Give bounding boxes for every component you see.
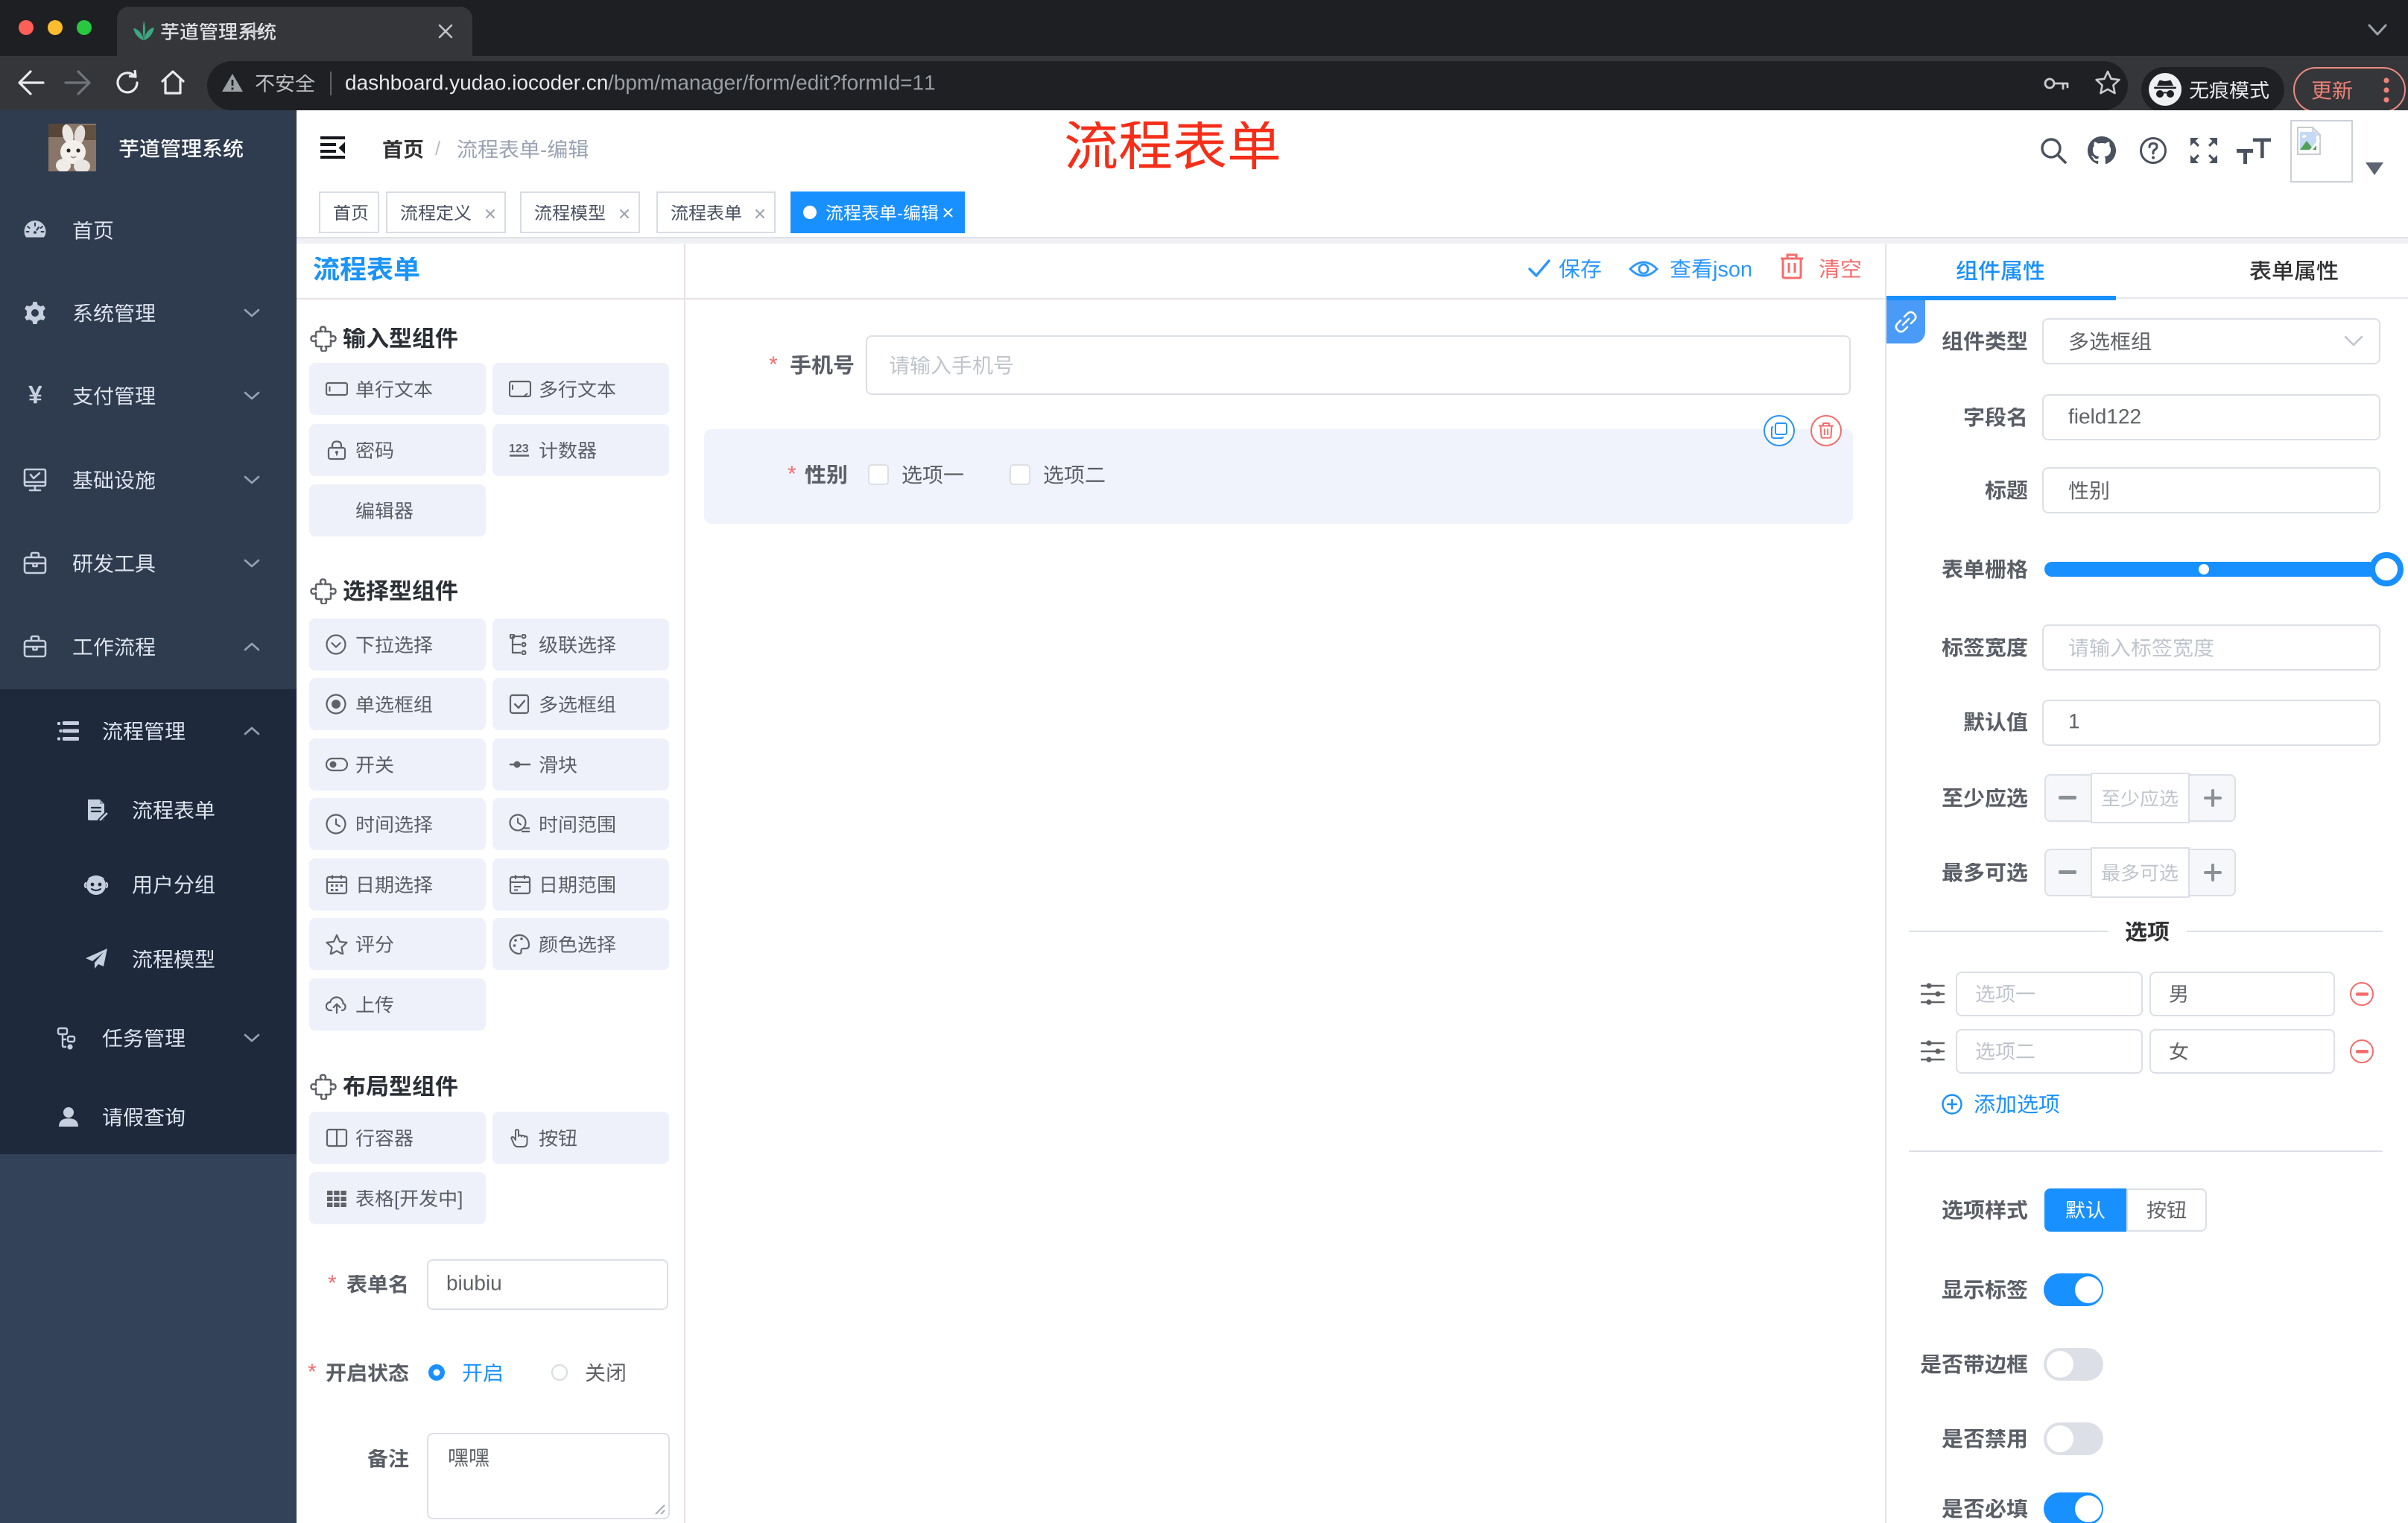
svg-text:123: 123 bbox=[509, 443, 529, 455]
